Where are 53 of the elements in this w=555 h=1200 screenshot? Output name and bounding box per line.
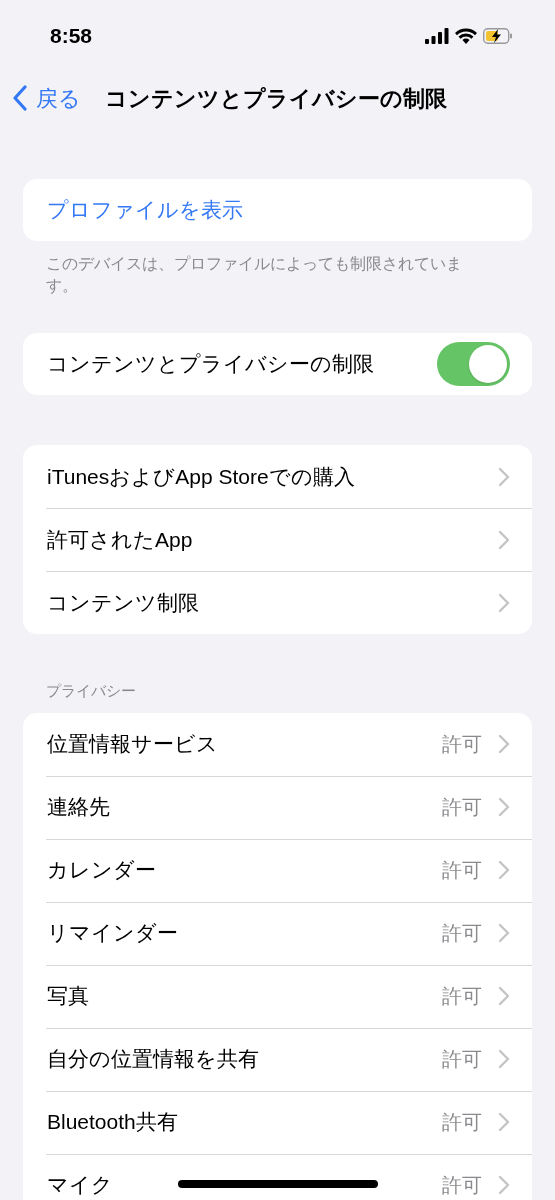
battery-charging-icon	[483, 28, 513, 44]
section-header: プライバシー	[46, 681, 137, 701]
menu-row[interactable]: 写真 許可	[23, 964, 532, 1028]
chevron-icon	[498, 923, 510, 943]
menu-row[interactable]: iTunesおよびApp Storeでの購入	[23, 445, 532, 508]
chevron-icon	[498, 592, 510, 613]
toggle-switch[interactable]	[437, 342, 510, 386]
chevron-icon	[498, 734, 510, 754]
row-label: Bluetooth共有	[47, 1109, 178, 1136]
row-value: 許可	[442, 795, 482, 820]
row-label: カレンダー	[47, 857, 156, 884]
chevron-icon	[498, 1049, 510, 1069]
row-value: 許可	[442, 1047, 482, 1072]
chevron-icon	[498, 860, 510, 880]
row-value: 許可	[442, 984, 482, 1009]
row-value: 許可	[442, 1110, 482, 1135]
menu-row[interactable]: 位置情報サービス 許可	[23, 712, 532, 776]
menu-row[interactable]: カレンダー 許可	[23, 838, 532, 902]
footer-note: このデバイスは、プロファイルによっても制限されています。	[46, 254, 463, 296]
toggle-label: コンテンツとプライバシーの制限	[47, 351, 374, 378]
status-time: 8:58	[50, 23, 93, 50]
row-value: 許可	[442, 921, 482, 946]
back-button[interactable]: 戻る	[12, 81, 81, 115]
row-value: 許可	[442, 732, 482, 757]
row-label: 位置情報サービス	[47, 731, 218, 758]
menu-row[interactable]: 自分の位置情報を共有 許可	[23, 1027, 532, 1091]
signal-icon	[425, 28, 449, 44]
chevron-icon	[498, 466, 510, 487]
menu-row[interactable]: コンテンツ制限	[23, 571, 532, 634]
row-label: 写真	[47, 983, 89, 1010]
back-chevron-icon	[12, 85, 28, 111]
menu-row[interactable]: 連絡先 許可	[23, 775, 532, 839]
row-value: 許可	[442, 1173, 482, 1198]
row-label: iTunesおよびApp Storeでの購入	[47, 463, 355, 490]
chevron-icon	[498, 1175, 510, 1195]
wifi-icon	[455, 28, 477, 44]
chevron-icon	[498, 1112, 510, 1132]
chevron-icon	[498, 986, 510, 1006]
menu-row[interactable]: 許可されたApp	[23, 508, 532, 571]
chevron-icon	[498, 529, 510, 550]
menu-row[interactable]: マイク 許可	[23, 1153, 532, 1200]
row-value: 許可	[442, 858, 482, 883]
row-label: リマインダー	[47, 920, 178, 947]
row-label: マイク	[47, 1172, 113, 1199]
menu-row[interactable]: リマインダー 許可	[23, 901, 532, 965]
chevron-icon	[498, 797, 510, 817]
row-label: コンテンツ制限	[47, 589, 199, 616]
page-title: コンテンツとプライバシーの制限	[105, 84, 447, 113]
row-label: 連絡先	[47, 794, 110, 821]
view-profile-link[interactable]: プロファイルを表示	[23, 179, 532, 241]
menu-row[interactable]: Bluetooth共有 許可	[23, 1090, 532, 1154]
row-label: 許可されたApp	[47, 526, 193, 553]
row-label: 自分の位置情報を共有	[47, 1046, 259, 1073]
